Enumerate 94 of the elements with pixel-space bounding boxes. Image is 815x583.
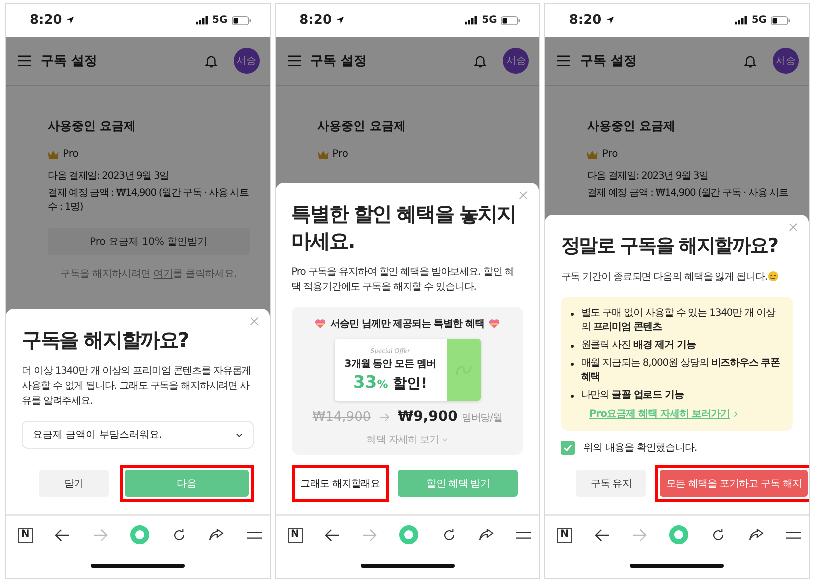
- bullet-icon: [571, 345, 574, 348]
- browser-logo[interactable]: N: [557, 528, 572, 542]
- browser-logo[interactable]: N: [18, 528, 33, 542]
- crown-icon: [318, 150, 329, 158]
- battery-icon: [501, 16, 522, 26]
- offer-headline: 서승민 님께만 제공되는 특별한 혜택: [330, 318, 485, 331]
- heart-gift-icon: [488, 319, 500, 329]
- action-button[interactable]: 다음: [125, 470, 249, 497]
- sheet-title: 구독을 해지할까요?: [22, 327, 190, 354]
- status-time: 8:20: [569, 13, 602, 28]
- back-arrow-icon[interactable]: [594, 528, 610, 542]
- payment-amount: 결제 예정 금액 : ₩14,900 (월간 구독 · 사용 시트: [587, 187, 790, 201]
- battery-icon: [771, 16, 792, 26]
- heart-gift-icon: [315, 319, 326, 329]
- next-payment-date: 다음 결제일: 2023년 9월 3일: [587, 170, 710, 184]
- sheet-title: 정말로 구독을 해지할까요?: [561, 234, 779, 259]
- section-heading: 사용중인 요금제: [318, 118, 407, 135]
- checkbox-label: 위의 내용을 확인했습니다.: [583, 442, 698, 455]
- section-heading: 사용중인 요금제: [587, 118, 677, 135]
- user-avatar[interactable]: 서승: [503, 48, 530, 74]
- bullet-icon: [571, 313, 574, 316]
- share-icon[interactable]: [479, 528, 494, 542]
- benefits-link[interactable]: Pro요금제 혜택 자세히 보러가기: [589, 407, 730, 421]
- status-time: 8:20: [30, 13, 62, 28]
- bell-icon[interactable]: [204, 54, 218, 68]
- sheet-message: 구독 기간이 종료되면 다음의 혜택을 잃게 됩니다.: [561, 270, 794, 285]
- reload-icon[interactable]: [711, 528, 726, 542]
- crying-face-icon: [768, 271, 780, 282]
- chevron-right-icon: [734, 410, 738, 418]
- right-arrow-icon: [379, 412, 390, 422]
- sheet-title: 특별한 할인 혜택을 놓치지 마세요.: [292, 201, 517, 255]
- text-button[interactable]: 그래도 해지할래요: [296, 470, 384, 497]
- share-icon[interactable]: [209, 528, 224, 542]
- signal-icon: [734, 16, 748, 25]
- user-avatar[interactable]: 서승: [234, 48, 260, 74]
- plan-name: Pro: [602, 149, 618, 160]
- action-button[interactable]: 구독 유지: [576, 470, 646, 497]
- plan-name: Pro: [332, 149, 349, 160]
- benefit-text: 원클릭 사진 배경 제거 기능: [581, 339, 696, 353]
- user-avatar[interactable]: 서승: [773, 48, 800, 74]
- location-arrow-icon: [66, 16, 76, 25]
- sheet-message: 더 이상 1340만 개 이상의 프리미엄 콘텐츠를 자유롭게 사용할 수 없게 됩니다. 그래도 구독을 해지하시려면 사유를 알려주세요.: [22, 365, 252, 409]
- page-title: 구독 설정: [41, 53, 98, 70]
- battery-icon: [232, 16, 252, 26]
- discount-button[interactable]: Pro 요금제 10% 할인받기: [48, 228, 250, 255]
- browser-logo[interactable]: N: [288, 528, 303, 542]
- reload-icon[interactable]: [442, 528, 457, 542]
- page-title: 구독 설정: [310, 53, 368, 70]
- section-heading: 사용중인 요금제: [48, 118, 138, 135]
- payment-amount: 결제 예정 금액 : ₩14,900 (월간 구독 · 사용 시트 수 : 1명): [48, 187, 250, 215]
- benefit-text: 별도 구매 없이 사용할 수 있는 1340만 개 이상의 프리미엄 콘텐츠: [581, 307, 777, 335]
- bell-icon[interactable]: [744, 54, 758, 68]
- network-label: 5G: [752, 15, 768, 26]
- chevron-down-icon: [236, 432, 243, 438]
- original-price: ₩14,900: [312, 410, 372, 425]
- location-arrow-icon: [336, 16, 346, 25]
- confirm-checkbox[interactable]: [561, 441, 576, 455]
- menu-icon[interactable]: [288, 55, 301, 67]
- reason-dropdown[interactable]: 요금제 금액이 부담스러워요.: [22, 421, 254, 449]
- back-arrow-icon[interactable]: [324, 528, 340, 542]
- status-time: 8:20: [300, 13, 332, 28]
- bell-icon[interactable]: [474, 54, 488, 68]
- action-button[interactable]: 닫기: [39, 470, 109, 497]
- network-label: 5G: [212, 15, 228, 26]
- details-link[interactable]: 혜택 자세히 보기: [367, 433, 439, 447]
- location-arrow-icon: [606, 16, 615, 25]
- price-unit: 멤버당/월: [462, 412, 502, 425]
- cancel-note: 구독을 해지하시려면 여기를 클릭하세요.: [60, 268, 238, 281]
- discount-rate: 33% 할인!: [354, 372, 428, 392]
- share-icon[interactable]: [748, 528, 764, 542]
- offer-line: 3개월 동안 모든 멤버: [344, 358, 436, 370]
- action-button[interactable]: 할인 혜택 받기: [398, 470, 518, 497]
- back-arrow-icon[interactable]: [55, 528, 70, 542]
- chevron-down-icon: [442, 438, 448, 442]
- cancel-link[interactable]: 여기: [154, 269, 174, 280]
- network-label: 5G: [482, 15, 498, 26]
- benefit-text: 매월 지급되는 8,000원 상당의 비즈하우스 쿠폰 혜택: [581, 357, 781, 385]
- menu-icon[interactable]: [557, 55, 570, 67]
- benefit-text: 나만의 글꼴 업로드 기능: [581, 389, 684, 403]
- signal-icon: [465, 16, 478, 25]
- bullet-icon: [571, 363, 574, 366]
- checkmark-icon: [562, 442, 574, 454]
- bullet-icon: [571, 395, 574, 398]
- action-button[interactable]: 모든 혜택을 포기하고 구독 해지: [660, 470, 808, 497]
- discounted-price: ₩9,900: [398, 409, 458, 425]
- sheet-message: Pro 구독을 유지하여 할인 혜택을 받아보세요. 할인 혜택 적용기간에도 구독을 해지할 수 있습니다.: [292, 266, 516, 295]
- reload-icon[interactable]: [172, 528, 188, 542]
- menu-icon[interactable]: [18, 55, 31, 67]
- plan-name: Pro: [63, 149, 79, 160]
- crown-icon: [48, 150, 59, 158]
- page-title: 구독 설정: [580, 53, 637, 70]
- signal-icon: [196, 16, 208, 25]
- next-payment-date: 다음 결제일: 2023년 9월 3일: [48, 170, 170, 184]
- crown-icon: [587, 150, 598, 158]
